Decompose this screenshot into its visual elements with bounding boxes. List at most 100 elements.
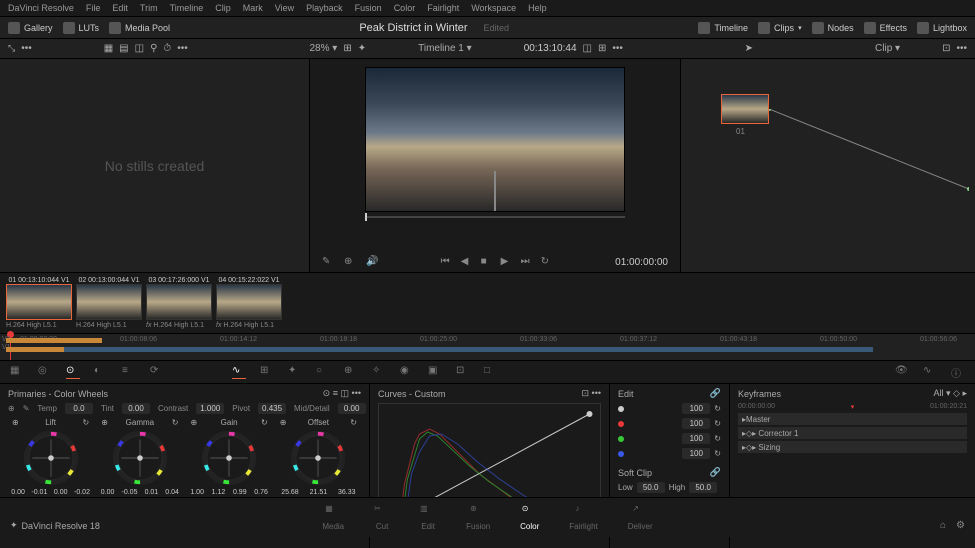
color-wheel-gamma[interactable]: ⊕Gamma↻ 0.00-0.050.010.04 bbox=[97, 418, 182, 502]
zoom-dropdown[interactable]: 28% ▾ bbox=[310, 43, 338, 54]
lock-icon[interactable]: ◇ bbox=[746, 429, 752, 438]
menu-trim[interactable]: Trim bbox=[140, 3, 158, 13]
page-tab-edit[interactable]: ▥Edit bbox=[420, 504, 436, 531]
loop-icon[interactable]: ↻ bbox=[541, 256, 553, 268]
blur-icon[interactable]: ◉ bbox=[400, 365, 414, 379]
play-icon[interactable]: ▶ bbox=[501, 256, 513, 268]
menu-clip[interactable]: Clip bbox=[215, 3, 231, 13]
channel-dot[interactable] bbox=[618, 451, 624, 457]
wand-icon[interactable]: ✎ bbox=[322, 256, 334, 268]
mediapool-button[interactable]: Media Pool bbox=[109, 22, 170, 34]
page-tab-fairlight[interactable]: ♪Fairlight bbox=[569, 504, 597, 531]
clip-thumbnail[interactable]: 03 00:17:26:000 V1 fx H.264 High L5.1 bbox=[146, 277, 212, 329]
temp-value[interactable]: 0.0 bbox=[65, 403, 93, 414]
reset-icon[interactable]: ↻ bbox=[714, 419, 721, 428]
reset2-icon[interactable]: ↻ bbox=[261, 418, 268, 430]
prev-frame-icon[interactable]: ◀ bbox=[461, 256, 473, 268]
color-wheel-lift[interactable]: ⊕Lift↻ 0.00-0.010.00-0.02 bbox=[8, 418, 93, 502]
log-mode-icon[interactable]: ◫ bbox=[341, 388, 350, 398]
reset-icon[interactable]: ⊕ bbox=[191, 418, 198, 430]
intensity-value[interactable]: 100 bbox=[682, 418, 710, 429]
more-icon[interactable]: ••• bbox=[177, 43, 188, 54]
node-graph-panel[interactable]: 01 bbox=[680, 59, 975, 272]
timeline-name[interactable]: Timeline 1 ▾ bbox=[418, 43, 472, 54]
intensity-value[interactable]: 100 bbox=[682, 448, 710, 459]
motion-icon[interactable]: ⟳ bbox=[150, 365, 164, 379]
tint-value[interactable]: 0.00 bbox=[122, 403, 150, 414]
curves-mode-icon[interactable]: ⊡ bbox=[581, 388, 589, 398]
menu-fairlight[interactable]: Fairlight bbox=[427, 3, 459, 13]
sizing-icon[interactable]: ⊡ bbox=[456, 365, 470, 379]
camera-raw-icon[interactable]: ▦ bbox=[10, 365, 24, 379]
viewer-icon1[interactable]: ◫ bbox=[583, 43, 592, 54]
softclip-low[interactable]: 50.0 bbox=[637, 482, 665, 493]
node-thumb[interactable] bbox=[721, 94, 769, 124]
info-icon[interactable]: ⓘ bbox=[951, 365, 965, 379]
3d-icon[interactable]: □ bbox=[484, 365, 498, 379]
search-icon[interactable]: ⚲ bbox=[150, 43, 157, 54]
bars-mode-icon[interactable]: ≡ bbox=[333, 388, 338, 398]
key-icon[interactable]: ▣ bbox=[428, 365, 442, 379]
timecode-icon[interactable]: ⏱ bbox=[163, 43, 171, 54]
waveform-icon[interactable]: ∿ bbox=[923, 365, 937, 379]
wheel-mode-icon[interactable]: ⊙ bbox=[323, 388, 331, 398]
page-tab-fusion[interactable]: ⊛Fusion bbox=[466, 504, 490, 531]
clip-thumbnail[interactable]: 01 00:13:10:044 V1 H.264 High L5.1 bbox=[6, 277, 72, 329]
viewer-grid-icon[interactable]: ⊞ bbox=[598, 43, 606, 54]
effects-button[interactable]: Effects bbox=[864, 22, 907, 34]
auto-icon[interactable]: ⊕ bbox=[8, 404, 15, 413]
qualifier-icon[interactable]: ✦ bbox=[288, 365, 302, 379]
primaries-more-icon[interactable]: ••• bbox=[352, 388, 361, 398]
intensity-value[interactable]: 100 bbox=[682, 433, 710, 444]
stop-icon[interactable]: ■ bbox=[481, 256, 493, 268]
keyframe-track[interactable]: ▸ Master bbox=[738, 413, 967, 425]
menu-playback[interactable]: Playback bbox=[306, 3, 343, 13]
viewer-opt1-icon[interactable]: ⊞ bbox=[343, 43, 351, 54]
softclip-high[interactable]: 50.0 bbox=[689, 482, 717, 493]
menu-mark[interactable]: Mark bbox=[243, 3, 263, 13]
menu-edit[interactable]: Edit bbox=[112, 3, 128, 13]
clip-thumbnail[interactable]: 04 00:15:22:022 V1 fx H.264 High L5.1 bbox=[216, 277, 282, 329]
softclip-link-icon[interactable]: 🔗 bbox=[710, 467, 721, 477]
primaries-icon[interactable]: ⊙ bbox=[66, 365, 80, 379]
menu-color[interactable]: Color bbox=[394, 3, 416, 13]
tracking-icon[interactable]: ⊕ bbox=[344, 365, 358, 379]
curves-icon[interactable]: ∿ bbox=[232, 365, 246, 379]
nodes-button[interactable]: Nodes bbox=[812, 22, 854, 34]
kf-icon1[interactable]: ◇ bbox=[953, 388, 960, 398]
home-icon[interactable]: ⌂ bbox=[940, 520, 946, 531]
page-tab-media[interactable]: ▦Media bbox=[322, 504, 344, 531]
rgb-mixer-icon[interactable]: ≡ bbox=[122, 365, 136, 379]
node-more-icon[interactable]: ••• bbox=[956, 43, 967, 54]
warper-icon[interactable]: ⊞ bbox=[260, 365, 274, 379]
timeline-button[interactable]: Timeline bbox=[698, 22, 748, 34]
speaker-icon[interactable]: 🔊 bbox=[366, 256, 378, 268]
reset-icon[interactable]: ⊕ bbox=[280, 418, 287, 430]
magic-icon[interactable]: ✧ bbox=[372, 365, 386, 379]
color-match-icon[interactable]: ◎ bbox=[38, 365, 52, 379]
expand-icon[interactable]: ▸ bbox=[742, 415, 746, 424]
page-tab-cut[interactable]: ✂Cut bbox=[374, 504, 390, 531]
scope-icon[interactable]: 👁 bbox=[895, 365, 909, 379]
reset-icon[interactable]: ↻ bbox=[714, 449, 721, 458]
menu-timeline[interactable]: Timeline bbox=[170, 3, 204, 13]
viewer-image[interactable] bbox=[365, 67, 625, 212]
page-tab-color[interactable]: ⊙Color bbox=[520, 504, 539, 531]
reset-icon[interactable]: ⊕ bbox=[101, 418, 108, 430]
reset2-icon[interactable]: ↻ bbox=[172, 418, 179, 430]
contrast-value[interactable]: 1.000 bbox=[196, 403, 224, 414]
timeline-ruler[interactable]: 01:00:00:0001:00:08:0601:00:14:1201:00:1… bbox=[0, 333, 975, 361]
picker-icon[interactable]: ✎ bbox=[23, 404, 30, 413]
first-frame-icon[interactable]: ⏮ bbox=[441, 256, 453, 268]
clip-dropdown[interactable]: Clip ▾ bbox=[875, 43, 900, 54]
luts-button[interactable]: LUTs bbox=[63, 22, 100, 34]
split-icon[interactable]: ◫ bbox=[135, 43, 144, 54]
menu-workspace[interactable]: Workspace bbox=[471, 3, 516, 13]
page-tab-deliver[interactable]: ↗Deliver bbox=[628, 504, 653, 531]
color-wheel-offset[interactable]: ⊕Offset↻ 25.6821.5136.33 bbox=[276, 418, 361, 502]
reset2-icon[interactable]: ↻ bbox=[350, 418, 357, 430]
reset2-icon[interactable]: ↻ bbox=[83, 418, 90, 430]
channel-dot[interactable] bbox=[618, 436, 624, 442]
link-icon[interactable]: 🔗 bbox=[710, 388, 721, 398]
reset-icon[interactable]: ↻ bbox=[714, 404, 721, 413]
